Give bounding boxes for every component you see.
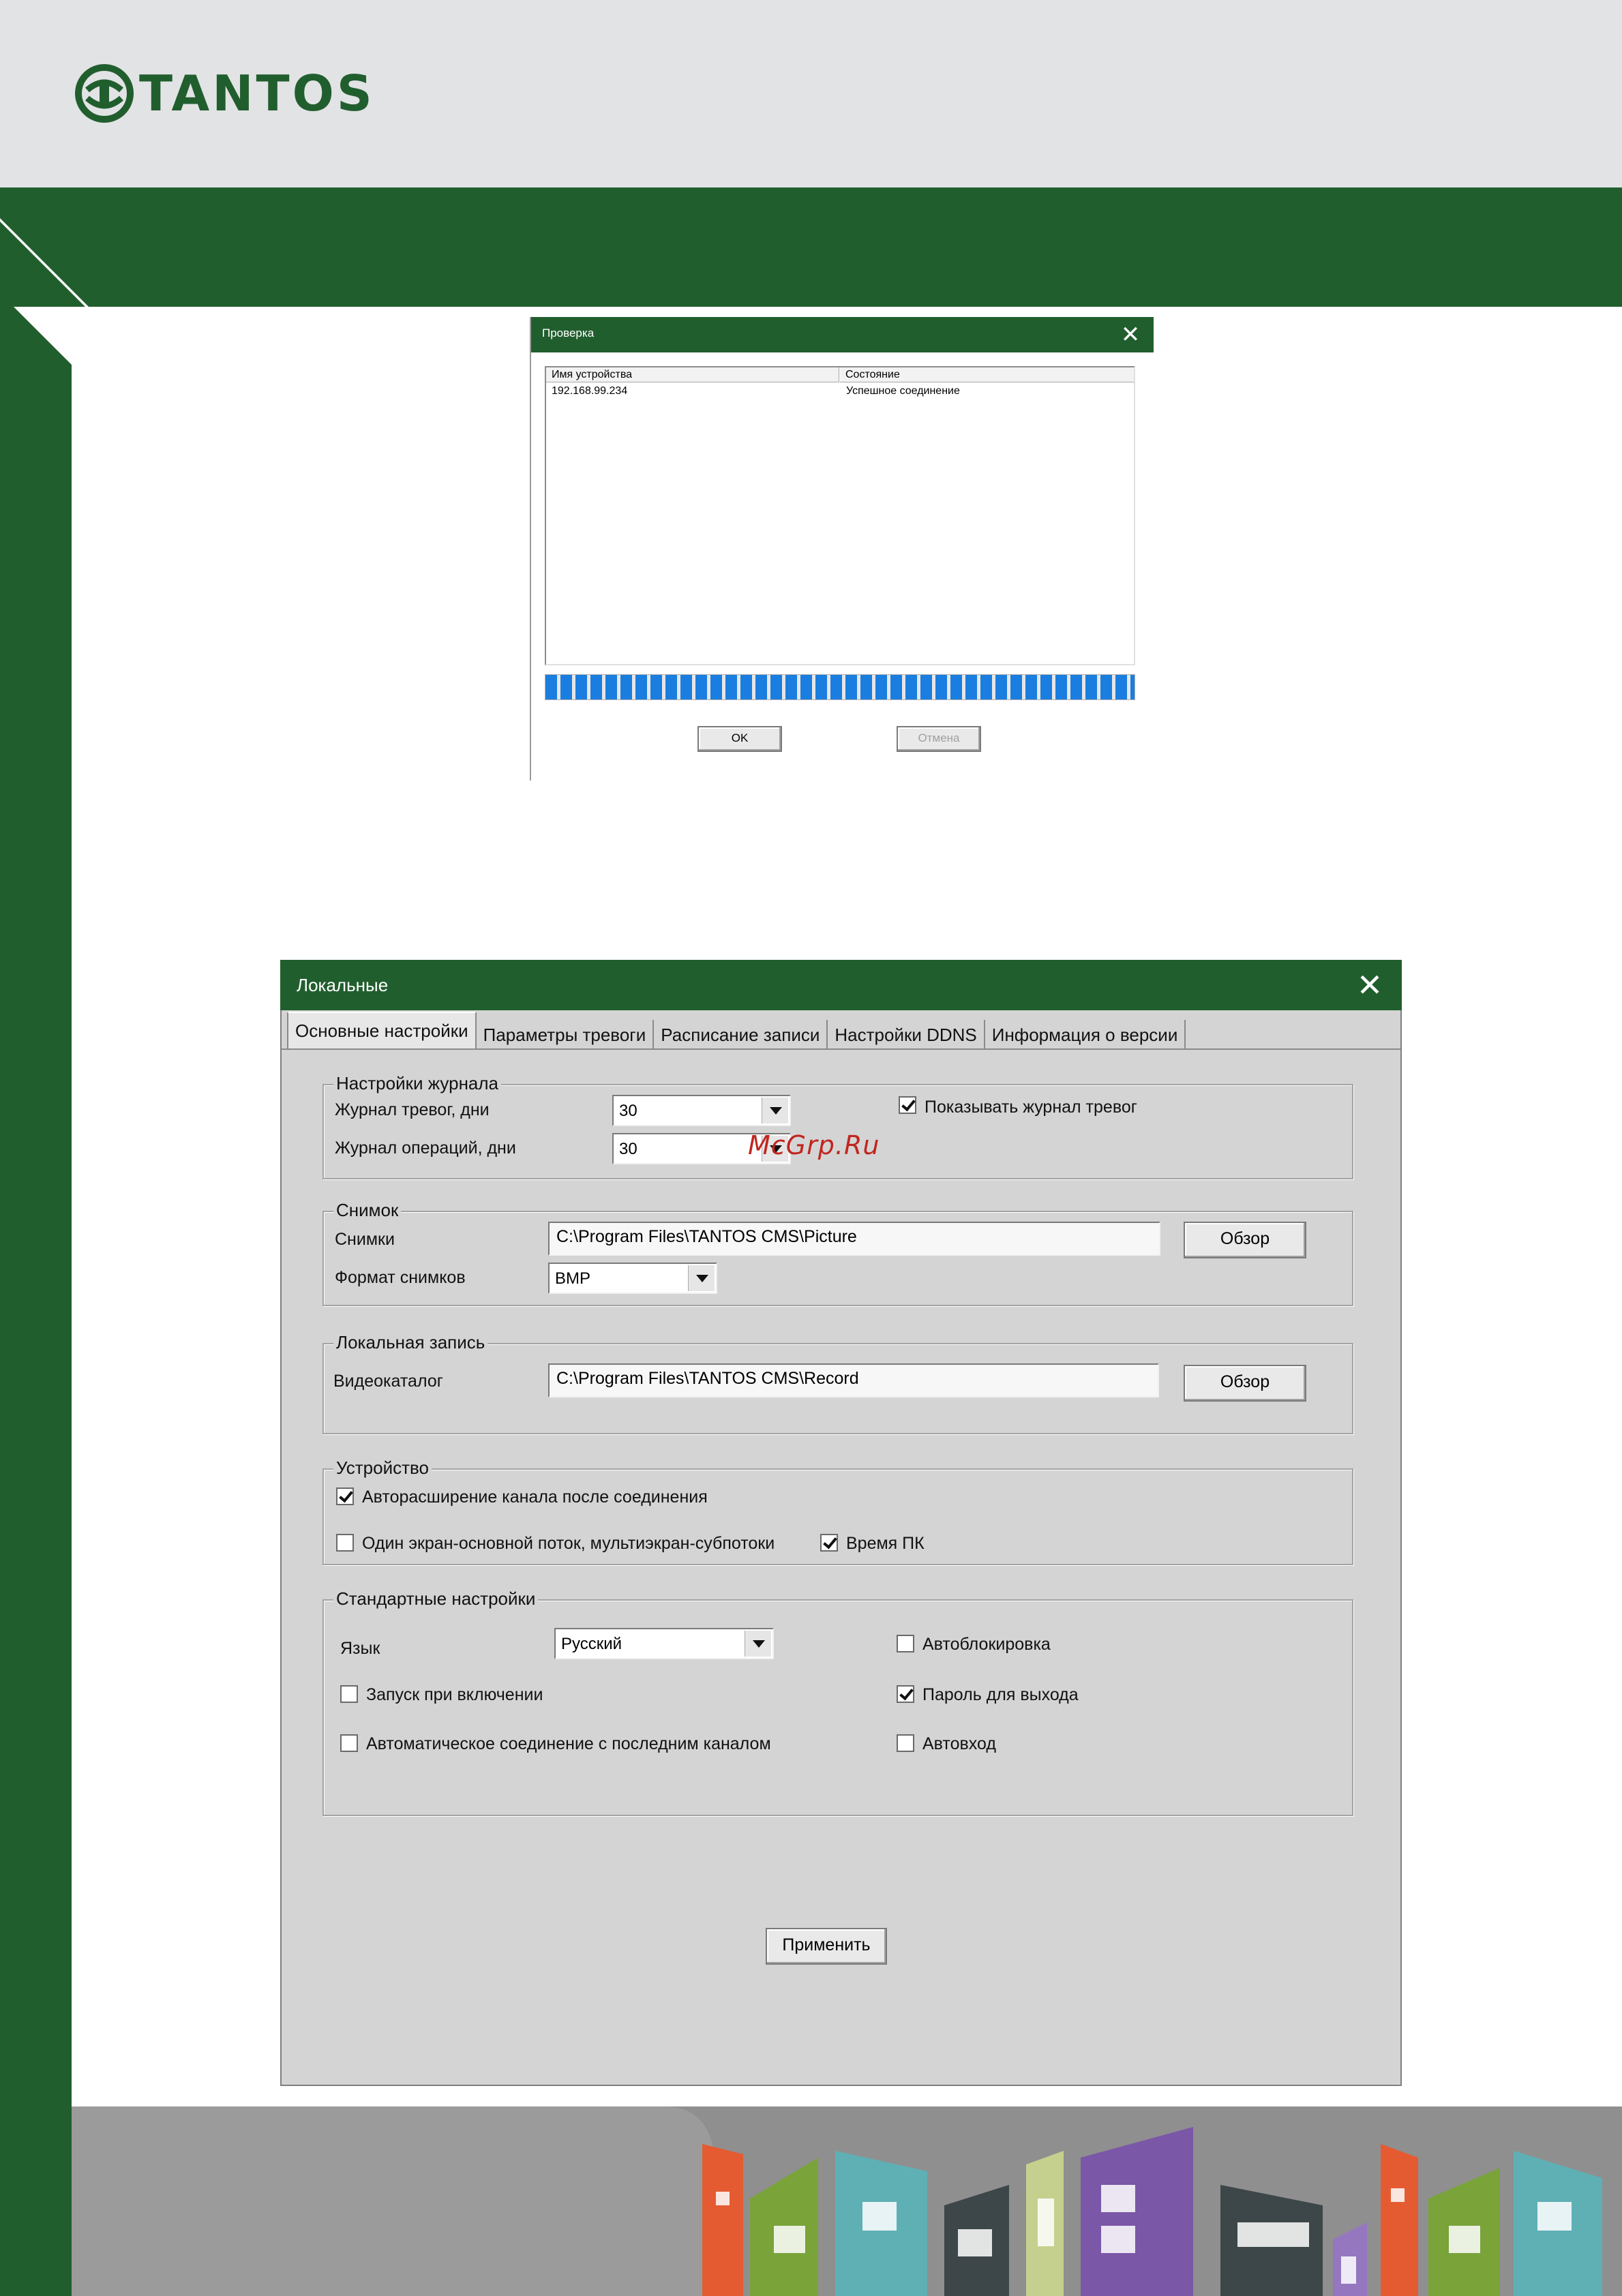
snapshot-browse-button[interactable]: Обзор [1184, 1222, 1306, 1258]
snapshot-path-label: Снимки [335, 1230, 395, 1249]
startup-label: Запуск при включении [366, 1685, 543, 1704]
check-dialog-title: Проверка [542, 327, 595, 339]
chevron-down-icon[interactable] [762, 1098, 788, 1123]
stream-mode-label: Один экран-основной поток, мультиэкран-с… [362, 1534, 775, 1553]
pc-time-label: Время ПК [846, 1534, 925, 1553]
group-local-record-legend: Локальная запись [333, 1332, 488, 1353]
stream-mode-checkbox[interactable] [336, 1534, 354, 1552]
record-path-input[interactable]: C:\Program Files\TANTOS CMS\Record [548, 1363, 1159, 1398]
auto-expand-checkbox[interactable] [336, 1487, 354, 1505]
tab-bar: Основные настройки Параметры тревоги Рас… [287, 1012, 1186, 1050]
record-browse-button[interactable]: Обзор [1184, 1365, 1306, 1402]
exit-password-label: Пароль для выхода [922, 1685, 1079, 1704]
group-snapshot-legend: Снимок [333, 1200, 402, 1221]
startup-checkbox[interactable] [340, 1685, 358, 1703]
progress-bar [545, 674, 1135, 700]
autologin-label: Автовход [922, 1734, 996, 1753]
settings-dialog-titlebar: Локальные ✕ [280, 960, 1402, 1010]
tab-record-schedule[interactable]: Расписание записи [654, 1020, 828, 1050]
snapshot-format-value: BMP [555, 1269, 591, 1288]
alarm-log-days-select[interactable]: 30 [612, 1095, 791, 1126]
list-item-device[interactable]: 192.168.99.234 [552, 385, 627, 397]
group-device: Устройство Авторасширение канала после с… [322, 1457, 1353, 1565]
brand-name: TANTOS [139, 65, 375, 122]
language-value: Русский [561, 1635, 622, 1653]
record-path-label: Видеокаталог [333, 1372, 443, 1391]
group-log-legend: Настройки журнала [333, 1073, 502, 1094]
autolock-label: Автоблокировка [922, 1635, 1051, 1654]
tantos-logo-icon [75, 64, 134, 123]
group-standard-legend: Стандартные настройки [333, 1588, 539, 1610]
list-item-status[interactable]: Успешное соединение [846, 385, 960, 397]
alarm-log-label: Журнал тревог, дни [335, 1100, 490, 1119]
tab-page-basic: Настройки журнала Журнал тревог, дни 30 … [282, 1048, 1400, 2086]
group-device-legend: Устройство [333, 1457, 432, 1479]
snapshot-format-label: Формат снимков [335, 1268, 466, 1287]
group-snapshot: Снимок Снимки C:\Program Files\TANTOS CM… [322, 1200, 1353, 1306]
group-local-record: Локальная запись Видеокаталог C:\Program… [322, 1332, 1353, 1434]
device-status-list[interactable]: Имя устройства Состояние 192.168.99.234 … [545, 366, 1135, 665]
close-icon[interactable]: ✕ [1117, 321, 1144, 348]
settings-dialog-title: Локальные [297, 975, 389, 995]
ok-button[interactable]: OK [697, 726, 782, 752]
progress-fill [545, 675, 1135, 699]
alarm-log-days-value: 30 [619, 1102, 637, 1120]
auto-connect-checkbox[interactable] [340, 1734, 358, 1752]
watermark-text: McGrp.Ru [748, 1130, 880, 1160]
tab-alarm-params[interactable]: Параметры тревоги [476, 1020, 655, 1050]
chevron-down-icon[interactable] [745, 1631, 771, 1657]
ops-log-label: Журнал операций, дни [335, 1138, 516, 1158]
tab-basic-settings[interactable]: Основные настройки [287, 1012, 477, 1050]
language-label: Язык [340, 1639, 380, 1658]
autolock-checkbox[interactable] [897, 1635, 914, 1652]
auto-connect-label: Автоматическое соединение с последним ка… [366, 1734, 771, 1753]
ops-log-days-value: 30 [619, 1140, 637, 1158]
snapshot-format-select[interactable]: BMP [548, 1263, 717, 1294]
column-header-device[interactable]: Имя устройства [546, 367, 839, 382]
language-select[interactable]: Русский [554, 1628, 774, 1659]
check-dialog: Проверка ✕ Имя устройства Состояние 192.… [530, 317, 1154, 781]
show-alarm-log-checkbox[interactable] [899, 1096, 916, 1114]
tab-version-info[interactable]: Информация о версии [985, 1020, 1186, 1050]
check-dialog-titlebar: Проверка ✕ [531, 317, 1154, 352]
auto-expand-label: Авторасширение канала после соединения [362, 1487, 708, 1507]
cancel-button[interactable]: Отмена [897, 726, 981, 752]
group-standard-settings: Стандартные настройки Язык Русский Автоб… [322, 1588, 1353, 1816]
apply-button[interactable]: Применить [766, 1928, 887, 1965]
exit-password-checkbox[interactable] [897, 1685, 914, 1703]
chevron-down-icon[interactable] [688, 1265, 715, 1291]
brand-logo: TANTOS [74, 63, 375, 124]
settings-dialog: Локальные ✕ Основные настройки Параметры… [280, 960, 1402, 2086]
column-header-status[interactable]: Состояние [840, 367, 1134, 382]
tab-ddns-settings[interactable]: Настройки DDNS [828, 1020, 985, 1050]
show-alarm-log-label: Показывать журнал тревог [925, 1098, 1137, 1117]
close-icon[interactable]: ✕ [1353, 968, 1387, 1002]
pc-time-checkbox[interactable] [820, 1534, 838, 1552]
autologin-checkbox[interactable] [897, 1734, 914, 1752]
snapshot-path-input[interactable]: C:\Program Files\TANTOS CMS\Picture [548, 1222, 1160, 1256]
